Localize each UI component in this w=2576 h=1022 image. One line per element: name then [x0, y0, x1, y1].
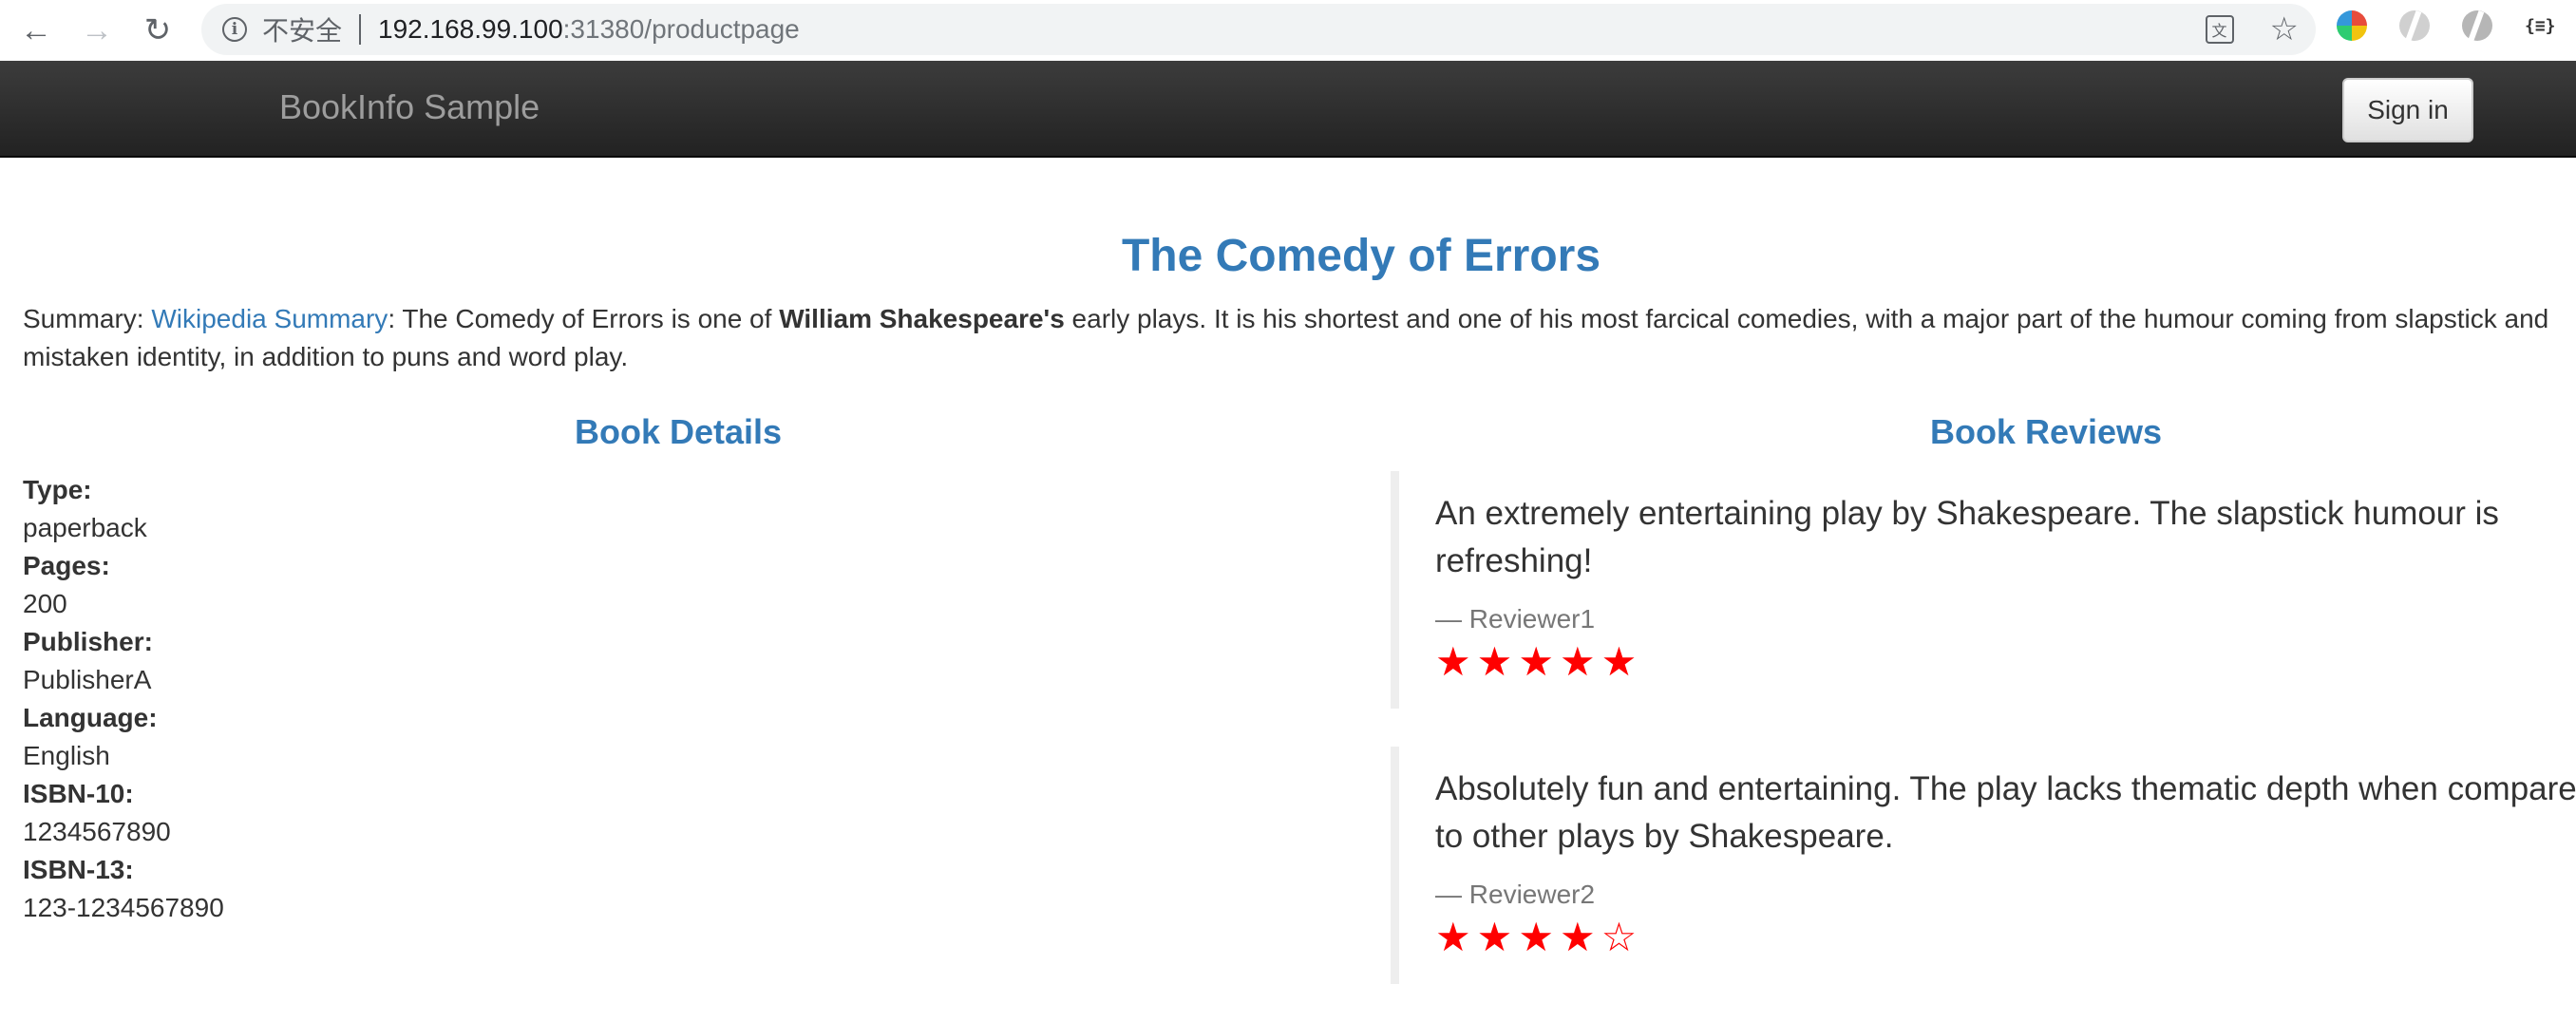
address-bar[interactable]: i 不安全 192.168.99.100:31380/productpage 文…: [201, 4, 2316, 55]
browser-toolbar: ← → ↻ i 不安全 192.168.99.100:31380/product…: [0, 0, 2576, 61]
review-item: Absolutely fun and entertaining. The pla…: [1391, 747, 2576, 984]
extension-icon[interactable]: [2462, 10, 2492, 41]
star-filled-icon: ★: [1476, 915, 1513, 959]
detail-value-type: paperback: [23, 513, 147, 542]
star-filled-icon: ★: [1601, 639, 1638, 684]
detail-label-type: Type:: [23, 475, 92, 504]
sign-in-button[interactable]: Sign in: [2342, 78, 2473, 142]
detail-label-isbn13: ISBN-13:: [23, 855, 134, 884]
detail-value-isbn13: 123-1234567890: [23, 893, 224, 922]
url-host: 192.168.99.100: [378, 14, 563, 44]
book-details-heading: Book Details: [574, 412, 783, 451]
translate-icon[interactable]: 文: [2205, 15, 2234, 44]
summary-prefix: Summary:: [23, 304, 152, 333]
star-empty-icon: ☆: [1601, 915, 1638, 959]
detail-label-pages: Pages:: [23, 551, 110, 580]
star-filled-icon: ★: [1435, 639, 1471, 684]
forward-button[interactable]: →: [66, 0, 127, 61]
detail-label-publisher: Publisher:: [23, 627, 153, 656]
book-reviews-heading: Book Reviews: [1929, 412, 2163, 451]
detail-value-language: English: [23, 741, 110, 770]
detail-value-pages: 200: [23, 589, 67, 618]
url-path: :31380/productpage: [562, 14, 800, 44]
star-rating: ★ ★ ★ ★ ★: [1435, 640, 2576, 684]
summary-text: : The Comedy of Errors is one of: [388, 304, 780, 333]
app-navbar: BookInfo Sample Sign in: [0, 61, 2576, 158]
insecure-label: 不安全: [262, 16, 343, 46]
url-text[interactable]: 192.168.99.100:31380/productpage: [378, 14, 800, 45]
reload-button[interactable]: ↻: [127, 0, 188, 61]
review-text: Absolutely fun and entertaining. The pla…: [1435, 770, 2576, 855]
review-item: An extremely entertaining play by Shakes…: [1391, 471, 2576, 709]
detail-value-publisher: PublisherA: [23, 665, 152, 694]
brand-link[interactable]: BookInfo Sample: [279, 87, 540, 127]
star-filled-icon: ★: [1559, 915, 1596, 959]
summary-author: William Shakespeare's: [779, 304, 1065, 333]
review-author: — Reviewer1: [1435, 604, 1596, 634]
book-details-list: Type: paperback Pages: 200 Publisher: Pu…: [23, 471, 224, 927]
star-filled-icon: ★: [1518, 639, 1554, 684]
detail-label-language: Language:: [23, 703, 158, 732]
star-filled-icon: ★: [1518, 915, 1554, 959]
review-author: — Reviewer2: [1435, 880, 1596, 909]
extension-icon[interactable]: [2399, 10, 2430, 41]
info-icon[interactable]: i: [222, 17, 247, 42]
star-rating: ★ ★ ★ ★ ☆: [1435, 916, 2576, 959]
product-title: The Comedy of Errors: [1121, 231, 1601, 281]
back-button[interactable]: ←: [6, 0, 66, 61]
extension-icon[interactable]: [2337, 10, 2367, 41]
bookmark-star-icon[interactable]: ☆: [2270, 13, 2299, 46]
product-summary: Summary: Wikipedia Summary: The Comedy o…: [23, 300, 2576, 376]
detail-label-isbn10: ISBN-10:: [23, 779, 134, 808]
detail-value-isbn10: 1234567890: [23, 817, 171, 846]
star-filled-icon: ★: [1476, 639, 1513, 684]
json-extension-icon[interactable]: {≡}: [2525, 16, 2556, 36]
review-text: An extremely entertaining play by Shakes…: [1435, 495, 2499, 579]
star-filled-icon: ★: [1435, 915, 1471, 959]
wikipedia-summary-link[interactable]: Wikipedia Summary: [151, 304, 388, 333]
star-filled-icon: ★: [1559, 639, 1596, 684]
url-separator: [359, 14, 362, 45]
